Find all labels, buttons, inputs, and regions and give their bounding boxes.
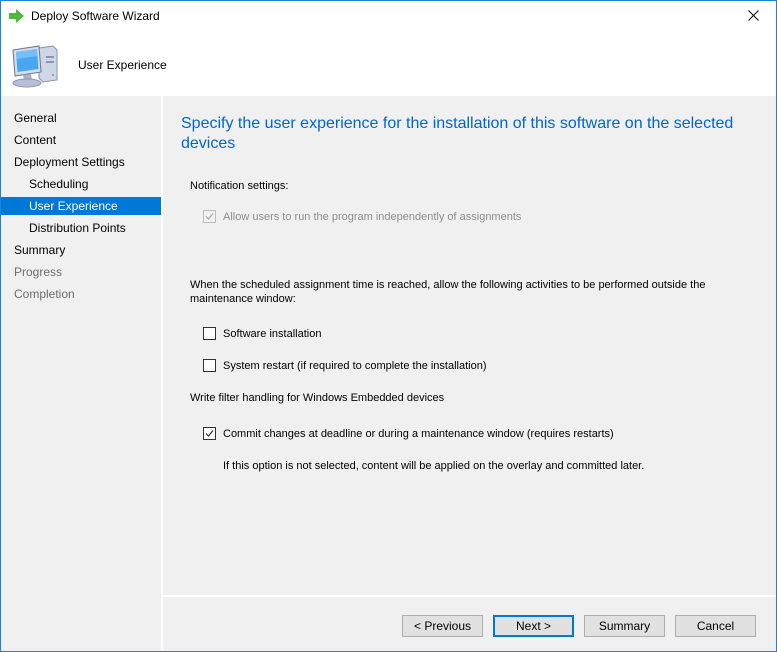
sidebar-item-summary[interactable]: Summary bbox=[1, 241, 161, 259]
sidebar-item-completion: Completion bbox=[14, 287, 75, 301]
sidebar-item-user-experience[interactable]: User Experience bbox=[1, 197, 161, 215]
button-bar-divider bbox=[163, 595, 776, 597]
sidebar-item-content[interactable]: Content bbox=[1, 131, 161, 149]
sidebar-item-deployment-settings[interactable]: Deployment Settings bbox=[1, 153, 161, 171]
system-restart-checkbox[interactable] bbox=[203, 359, 216, 372]
close-button[interactable] bbox=[730, 1, 776, 32]
system-restart-checkbox-row[interactable]: System restart (if required to complete … bbox=[203, 359, 487, 372]
sidebar-item-distribution-points[interactable]: Distribution Points bbox=[1, 219, 161, 237]
software-installation-label[interactable]: Software installation bbox=[223, 328, 321, 340]
summary-button[interactable]: Summary bbox=[584, 615, 665, 637]
wizard-window: Deploy Software Wizard User Experience G… bbox=[0, 0, 777, 652]
notification-settings-label: Notification settings: bbox=[190, 180, 289, 192]
maintenance-window-label: When the scheduled assignment time is re… bbox=[190, 279, 706, 305]
commit-changes-checkbox[interactable] bbox=[203, 427, 216, 440]
close-icon bbox=[747, 9, 759, 24]
sidebar-item-general[interactable]: General bbox=[1, 109, 161, 127]
content-panel: Specify the user experience for the inst… bbox=[163, 96, 776, 595]
cancel-button[interactable]: Cancel bbox=[675, 615, 756, 637]
software-installation-checkbox-row[interactable]: Software installation bbox=[203, 327, 321, 340]
wizard-steps-sidebar: General Content Deployment Settings Sche… bbox=[1, 96, 161, 651]
software-installation-checkbox[interactable] bbox=[203, 327, 216, 340]
window-title: Deploy Software Wizard bbox=[31, 9, 160, 23]
allow-users-checkbox-row: Allow users to run the program independe… bbox=[203, 210, 521, 223]
sidebar-item-scheduling[interactable]: Scheduling bbox=[1, 175, 161, 193]
write-filter-label: Write filter handling for Windows Embedd… bbox=[190, 392, 445, 404]
wizard-header: User Experience bbox=[1, 32, 776, 96]
allow-users-checkbox bbox=[203, 210, 216, 223]
green-arrow-icon bbox=[9, 9, 25, 23]
previous-button[interactable]: < Previous bbox=[402, 615, 483, 637]
system-restart-label[interactable]: System restart (if required to complete … bbox=[223, 360, 487, 372]
computer-icon bbox=[9, 42, 65, 90]
page-heading: Specify the user experience for the inst… bbox=[181, 115, 734, 152]
commit-changes-label[interactable]: Commit changes at deadline or during a m… bbox=[223, 428, 614, 440]
title-bar: Deploy Software Wizard bbox=[1, 1, 776, 32]
allow-users-label: Allow users to run the program independe… bbox=[223, 210, 522, 223]
checkmark-icon bbox=[205, 430, 214, 437]
sidebar-item-progress: Progress bbox=[14, 265, 63, 279]
page-title: User Experience bbox=[78, 58, 167, 72]
commit-changes-checkbox-row[interactable]: Commit changes at deadline or during a m… bbox=[203, 427, 614, 440]
next-button[interactable]: Next > bbox=[493, 615, 574, 637]
checkmark-icon bbox=[205, 213, 214, 220]
commit-note: If this option is not selected, content … bbox=[223, 460, 645, 472]
